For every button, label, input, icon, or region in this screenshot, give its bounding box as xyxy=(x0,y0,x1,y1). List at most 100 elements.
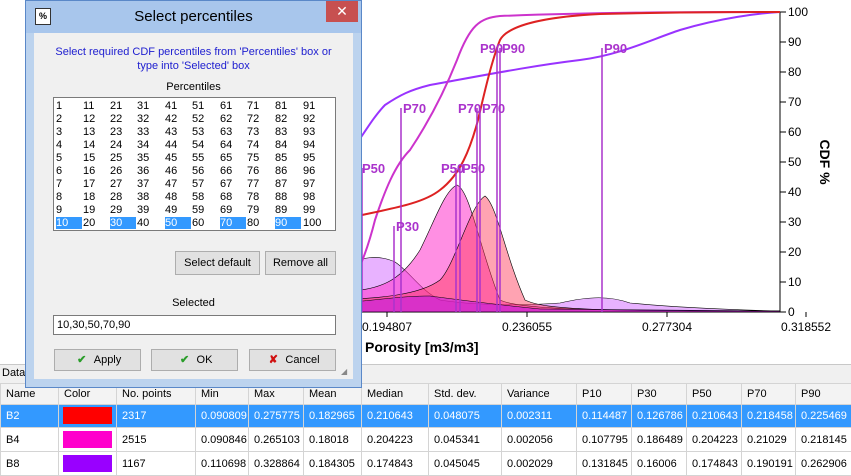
percentile-item[interactable]: 2 xyxy=(56,113,82,125)
percentile-item[interactable]: 41 xyxy=(165,100,191,112)
percentile-item[interactable]: 95 xyxy=(303,152,333,164)
percentile-item[interactable]: 62 xyxy=(220,113,246,125)
percentile-item[interactable]: 81 xyxy=(275,100,301,112)
percentile-item[interactable]: 31 xyxy=(137,100,163,112)
percentiles-listbox[interactable]: 1 2 3 4 5 6 7 8 9 10 11 12 13 14 15 16 17 18 19 20 21 22 23 24 2… xyxy=(53,97,336,231)
percentile-item[interactable]: 8 xyxy=(56,191,82,203)
percentile-item[interactable]: 55 xyxy=(192,152,218,164)
percentile-item[interactable]: 71 xyxy=(247,100,273,112)
percentile-item[interactable]: 10 xyxy=(56,217,82,229)
percentile-item[interactable]: 43 xyxy=(165,126,191,138)
cell-color[interactable] xyxy=(58,427,117,453)
percentile-item[interactable]: 44 xyxy=(165,139,191,151)
percentile-item[interactable]: 22 xyxy=(110,113,136,125)
percentile-item[interactable]: 26 xyxy=(110,165,136,177)
percentile-item[interactable]: 54 xyxy=(192,139,218,151)
percentile-item[interactable]: 82 xyxy=(275,113,301,125)
col-header-p90[interactable]: P90 xyxy=(795,383,851,405)
percentile-item[interactable]: 29 xyxy=(110,204,136,216)
percentile-item[interactable]: 100 xyxy=(303,217,333,229)
percentile-item[interactable]: 86 xyxy=(275,165,301,177)
col-header-p70[interactable]: P70 xyxy=(741,383,796,405)
cell-name[interactable]: B4 xyxy=(0,427,59,453)
percentile-item[interactable]: 15 xyxy=(83,152,109,164)
percentile-item[interactable]: 67 xyxy=(220,178,246,190)
select-default-button[interactable]: Select default xyxy=(175,251,260,275)
percentile-item[interactable]: 97 xyxy=(303,178,333,190)
percentile-item[interactable]: 96 xyxy=(303,165,333,177)
percentile-item[interactable]: 24 xyxy=(110,139,136,151)
cancel-button[interactable]: ✘ Cancel xyxy=(249,349,336,371)
percentile-item[interactable]: 38 xyxy=(137,191,163,203)
percentile-item[interactable]: 32 xyxy=(137,113,163,125)
percentile-item[interactable]: 98 xyxy=(303,191,333,203)
percentile-item[interactable]: 37 xyxy=(137,178,163,190)
percentile-item[interactable]: 76 xyxy=(247,165,273,177)
percentile-item[interactable]: 57 xyxy=(192,178,218,190)
percentile-item[interactable]: 92 xyxy=(303,113,333,125)
percentile-item[interactable]: 17 xyxy=(83,178,109,190)
percentile-item[interactable]: 60 xyxy=(192,217,218,229)
table-row-b8[interactable]: B8 1167 0.110698 0.328864 0.184305 0.174… xyxy=(0,451,851,476)
percentile-item[interactable]: 53 xyxy=(192,126,218,138)
percentile-item[interactable]: 9 xyxy=(56,204,82,216)
percentile-item[interactable]: 28 xyxy=(110,191,136,203)
percentile-item[interactable]: 48 xyxy=(165,191,191,203)
percentile-item[interactable]: 4 xyxy=(56,139,82,151)
percentile-item[interactable]: 16 xyxy=(83,165,109,177)
percentile-item[interactable]: 59 xyxy=(192,204,218,216)
percentile-item[interactable]: 79 xyxy=(247,204,273,216)
percentile-item[interactable]: 40 xyxy=(137,217,163,229)
percentile-item[interactable]: 70 xyxy=(220,217,246,229)
percentile-item[interactable]: 7 xyxy=(56,178,82,190)
percentile-item[interactable]: 64 xyxy=(220,139,246,151)
cell-name[interactable]: B8 xyxy=(0,451,59,476)
ok-button[interactable]: ✔ OK xyxy=(151,349,238,371)
percentile-item[interactable]: 51 xyxy=(192,100,218,112)
percentile-item[interactable]: 68 xyxy=(220,191,246,203)
percentile-item[interactable]: 3 xyxy=(56,126,82,138)
percentile-item[interactable]: 19 xyxy=(83,204,109,216)
resize-grip-icon[interactable]: ◢ xyxy=(341,367,351,377)
percentile-item[interactable]: 34 xyxy=(137,139,163,151)
percentile-item[interactable]: 45 xyxy=(165,152,191,164)
percentile-item[interactable]: 88 xyxy=(275,191,301,203)
cell-color[interactable] xyxy=(58,451,117,476)
percentile-item[interactable]: 35 xyxy=(137,152,163,164)
percentile-item[interactable]: 25 xyxy=(110,152,136,164)
percentile-item[interactable]: 14 xyxy=(83,139,109,151)
percentile-item[interactable]: 49 xyxy=(165,204,191,216)
percentile-item[interactable]: 13 xyxy=(83,126,109,138)
remove-all-button[interactable]: Remove all xyxy=(265,251,336,275)
percentile-item[interactable]: 20 xyxy=(83,217,109,229)
percentile-item[interactable]: 72 xyxy=(247,113,273,125)
cell-color[interactable] xyxy=(58,403,117,429)
col-header-median[interactable]: Median xyxy=(361,383,429,405)
percentile-item[interactable]: 80 xyxy=(247,217,273,229)
percentile-item[interactable]: 6 xyxy=(56,165,82,177)
cell-name[interactable]: B2 xyxy=(0,403,59,429)
col-header-std[interactable]: Std. dev. xyxy=(428,383,502,405)
percentile-item[interactable]: 12 xyxy=(83,113,109,125)
table-row-b4[interactable]: B4 2515 0.090846 0.265103 0.18018 0.2042… xyxy=(0,427,851,453)
color-swatch[interactable] xyxy=(63,455,112,473)
percentile-item[interactable]: 61 xyxy=(220,100,246,112)
percentile-item[interactable]: 94 xyxy=(303,139,333,151)
percentile-item[interactable]: 5 xyxy=(56,152,82,164)
col-header-p10[interactable]: P10 xyxy=(576,383,632,405)
percentile-item[interactable]: 77 xyxy=(247,178,273,190)
percentile-item[interactable]: 33 xyxy=(137,126,163,138)
percentile-item[interactable]: 30 xyxy=(110,217,136,229)
percentile-item[interactable]: 89 xyxy=(275,204,301,216)
percentile-item[interactable]: 78 xyxy=(247,191,273,203)
dialog-titlebar[interactable]: % Select percentiles ✕ xyxy=(26,1,361,33)
col-header-p30[interactable]: P30 xyxy=(631,383,687,405)
percentile-item[interactable]: 11 xyxy=(83,100,109,112)
percentile-item[interactable]: 91 xyxy=(303,100,333,112)
percentile-item[interactable]: 47 xyxy=(165,178,191,190)
percentile-item[interactable]: 66 xyxy=(220,165,246,177)
percentile-item[interactable]: 21 xyxy=(110,100,136,112)
percentile-item[interactable]: 73 xyxy=(247,126,273,138)
percentile-item[interactable]: 85 xyxy=(275,152,301,164)
col-header-variance[interactable]: Variance xyxy=(501,383,577,405)
